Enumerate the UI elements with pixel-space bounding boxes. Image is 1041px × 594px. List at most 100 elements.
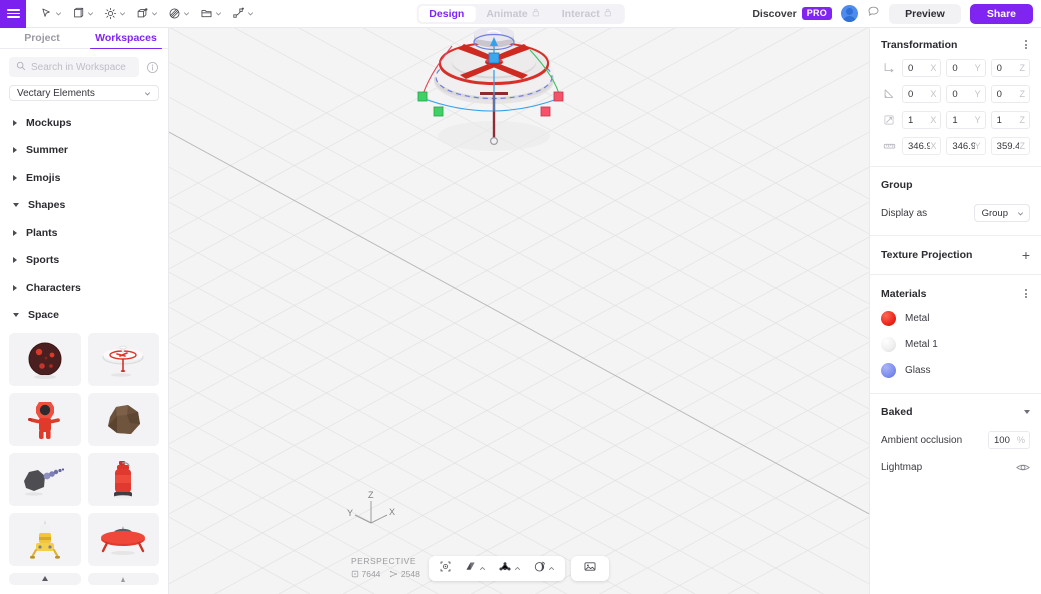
dimension-y-field[interactable]: 346.9 Y xyxy=(946,137,986,156)
shading-tool-button[interactable] xyxy=(459,557,491,581)
asset-ufo-saucer-white-red[interactable] xyxy=(87,333,159,386)
position-y-value: 0 xyxy=(952,62,958,74)
eye-icon[interactable] xyxy=(1016,462,1030,473)
sidebar-item-characters[interactable]: Characters xyxy=(0,274,168,302)
edges-icon xyxy=(390,570,398,578)
position-z-value: 0 xyxy=(996,62,1002,74)
sidebar-item-plants[interactable]: Plants xyxy=(0,219,168,247)
chevron-up-icon xyxy=(515,566,520,570)
axis-label-y: Y xyxy=(974,89,981,100)
vertices-icon xyxy=(351,570,359,578)
chevron-down-icon xyxy=(184,12,189,16)
comment-button[interactable] xyxy=(867,5,880,23)
asset-rock-brown[interactable] xyxy=(87,393,159,446)
model-ufo-saucer[interactable] xyxy=(169,28,869,594)
stat-vertices: 7644 xyxy=(351,568,380,580)
rotation-y-value: 0 xyxy=(952,88,958,100)
lightmap-row: Lightmap xyxy=(881,462,1030,473)
display-as-select[interactable]: Group xyxy=(973,204,1030,223)
plus-icon[interactable]: + xyxy=(1022,248,1030,262)
ambient-occlusion-input[interactable]: 100 % xyxy=(988,431,1030,450)
texture-tool-button[interactable] xyxy=(163,4,195,23)
hamburger-menu-button[interactable] xyxy=(0,0,26,28)
search-input[interactable] xyxy=(31,61,132,73)
asset-astronaut-red[interactable] xyxy=(9,393,81,446)
asset-partial-right[interactable] xyxy=(87,573,159,585)
axis-label-y: Y xyxy=(974,63,981,74)
chevron-down-icon[interactable] xyxy=(1024,410,1030,415)
material-item-metal-1[interactable]: Metal 1 xyxy=(881,337,1030,353)
geometry-tool-button[interactable] xyxy=(493,557,526,581)
animate-tool-button[interactable] xyxy=(227,4,259,23)
texture-projection-section[interactable]: Texture Projection + xyxy=(870,236,1041,276)
sidebar-item-mockups[interactable]: Mockups xyxy=(0,109,168,137)
avatar[interactable] xyxy=(841,5,859,22)
position-y-field[interactable]: 0 Y xyxy=(946,59,986,78)
position-x-field[interactable]: 0 X xyxy=(902,59,942,78)
material-tool-button[interactable] xyxy=(131,4,163,23)
sidebar-item-emojis[interactable]: Emojis xyxy=(0,164,168,192)
rotation-y-field[interactable]: 0 Y xyxy=(946,85,986,104)
search-box[interactable] xyxy=(9,57,139,78)
ambient-occlusion-row: Ambient occlusion 100 % xyxy=(881,431,1030,450)
asset-partial-left[interactable] xyxy=(9,573,81,585)
dimension-z-value: 359.4 xyxy=(996,140,1020,152)
viewport-3d[interactable]: Z Y X PERSPECTIVE 7644 2548 xyxy=(169,28,869,594)
sidebar-item-summer[interactable]: Summer xyxy=(0,137,168,165)
render-tool-button[interactable] xyxy=(528,557,560,581)
asset-ufo-saucer-red[interactable] xyxy=(87,513,159,566)
sidebar-item-label: Plants xyxy=(26,226,58,239)
rotation-x-field[interactable]: 0 X xyxy=(902,85,942,104)
transformation-header: Transformation xyxy=(881,38,1030,51)
scale-x-field[interactable]: 1 X xyxy=(902,111,942,130)
shape-tool-button[interactable] xyxy=(67,4,99,23)
material-name: Metal xyxy=(905,313,930,325)
axis-label-x: X xyxy=(930,115,937,126)
tab-interact[interactable]: Interact xyxy=(551,6,623,22)
transformation-title: Transformation xyxy=(881,38,958,51)
materials-menu-button[interactable] xyxy=(1022,287,1030,300)
material-item-metal[interactable]: Metal xyxy=(881,311,1030,327)
asset-asteroid-dark-red[interactable] xyxy=(9,333,81,386)
dimension-x-field[interactable]: 346.9 X xyxy=(902,137,942,156)
select-tool-button[interactable] xyxy=(35,4,67,23)
scale-z-field[interactable]: 1 Z xyxy=(990,111,1030,130)
material-item-glass[interactable]: Glass xyxy=(881,363,1030,379)
screenshot-group xyxy=(571,556,609,581)
light-tool-button[interactable] xyxy=(99,4,131,23)
baked-section: Baked Ambient occlusion 100 % Lightmap xyxy=(870,394,1041,484)
preview-button[interactable]: Preview xyxy=(889,3,961,24)
axis-label-x: X xyxy=(930,63,937,74)
folder-tool-button[interactable] xyxy=(195,4,227,23)
share-button[interactable]: Share xyxy=(969,3,1033,24)
discover-button[interactable]: Discover PRO xyxy=(752,6,833,21)
dimension-y-value: 346.9 xyxy=(952,140,975,152)
sidebar-item-sports[interactable]: Sports xyxy=(0,247,168,275)
ambient-occlusion-label: Ambient occlusion xyxy=(881,434,963,446)
sidebar-item-label: Shapes xyxy=(28,199,66,212)
tab-animate[interactable]: Animate xyxy=(475,6,550,22)
dimension-z-field[interactable]: 359.4 Z xyxy=(990,137,1030,156)
tab-workspaces[interactable]: Workspaces xyxy=(84,28,168,50)
scale-y-field[interactable]: 1 Y xyxy=(946,111,986,130)
info-icon[interactable] xyxy=(146,61,159,74)
rotation-z-field[interactable]: 0 Z xyxy=(990,85,1030,104)
material-name: Metal 1 xyxy=(905,339,938,351)
workspace-select[interactable]: Vectary Elements xyxy=(9,85,159,101)
screenshot-button[interactable] xyxy=(578,557,602,581)
scale-y-value: 1 xyxy=(952,114,958,126)
asset-meteor-grey[interactable] xyxy=(9,453,81,506)
svg-text:Y: Y xyxy=(347,508,353,518)
chevron-right-icon xyxy=(13,147,17,154)
position-z-field[interactable]: 0 Z xyxy=(990,59,1030,78)
sidebar-item-space[interactable]: Space xyxy=(0,302,168,330)
snap-tool-button[interactable] xyxy=(434,557,457,581)
asset-lunar-module-yellow[interactable] xyxy=(9,513,81,566)
sun-icon xyxy=(104,7,117,20)
transformation-menu-button[interactable] xyxy=(1022,38,1030,51)
asset-fire-extinguisher-red[interactable] xyxy=(87,453,159,506)
chevron-down-icon xyxy=(13,313,19,318)
sidebar-item-shapes[interactable]: Shapes xyxy=(0,192,168,220)
tab-project[interactable]: Project xyxy=(0,28,84,48)
tab-design[interactable]: Design xyxy=(418,5,476,22)
